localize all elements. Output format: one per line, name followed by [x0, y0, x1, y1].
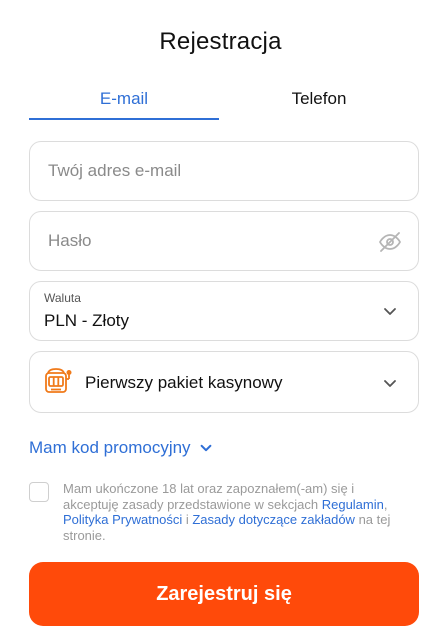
consent-text: Mam ukończone 18 lat oraz zapoznałem(-am… — [63, 481, 413, 543]
currency-value: PLN - Złoty — [44, 311, 130, 330]
tab-phone[interactable]: Telefon — [224, 86, 414, 120]
tab-email[interactable]: E-mail — [29, 86, 219, 120]
consent-separator: , — [383, 496, 388, 512]
betting-rules-link[interactable]: Zasady dotyczące zakładów — [192, 512, 355, 527]
eye-off-icon[interactable] — [378, 230, 402, 254]
email-field[interactable] — [29, 141, 419, 201]
promo-code-toggle[interactable]: Mam kod promocyjny — [29, 438, 213, 458]
chevron-down-icon — [200, 444, 211, 452]
currency-select[interactable]: Waluta PLN - Złoty — [29, 281, 419, 341]
password-input[interactable] — [48, 212, 378, 270]
bonus-value: Pierwszy pakiet kasynowy — [85, 373, 283, 392]
terms-link[interactable]: Regulamin — [322, 497, 384, 512]
consent-conjunction: i — [185, 512, 189, 527]
page-title: Rejestracja — [159, 28, 282, 55]
chevron-down-icon — [384, 380, 396, 387]
bonus-select[interactable]: Pierwszy pakiet kasynowy — [29, 351, 419, 413]
consent-text-intro: Mam ukończone 18 lat oraz zapoznałem(-am… — [63, 481, 355, 512]
password-field[interactable] — [29, 211, 419, 271]
register-button[interactable]: Zarejestruj się — [29, 562, 419, 626]
auth-method-tabs: E-mail Telefon — [29, 86, 419, 122]
currency-label: Waluta — [44, 291, 81, 305]
slot-machine-icon — [45, 368, 72, 393]
age-consent-checkbox[interactable] — [29, 482, 49, 502]
privacy-policy-link[interactable]: Polityka Prywatności — [63, 512, 182, 527]
active-tab-indicator — [29, 118, 219, 120]
email-input[interactable] — [48, 142, 378, 200]
chevron-down-icon — [384, 308, 396, 315]
promo-code-label: Mam kod promocyjny — [29, 438, 191, 457]
